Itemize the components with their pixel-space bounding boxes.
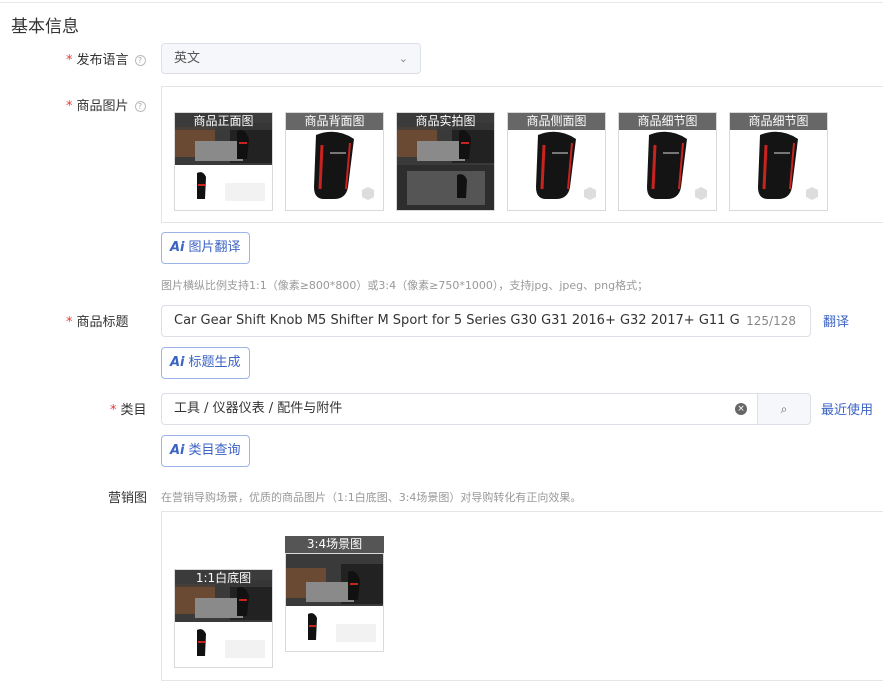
required-mark: *: [66, 53, 73, 68]
marketing-image-thumb[interactable]: [285, 553, 384, 652]
product-image-thumb[interactable]: 商品实拍图: [396, 112, 495, 211]
top-divider: [0, 2, 883, 3]
category-value: 工具 / 仪器仪表 / 配件与附件: [174, 401, 343, 416]
help-icon[interactable]: ?: [134, 101, 146, 112]
product-image-caption: 商品实拍图: [397, 113, 494, 130]
product-image: [286, 554, 383, 651]
product-image-caption: 商品正面图: [175, 113, 272, 130]
product-image-thumb[interactable]: 商品细节图: [618, 112, 717, 211]
ai-icon: Ai: [170, 240, 185, 255]
marketing-image-thumb[interactable]: 1:1白底图: [174, 569, 273, 668]
image-translate-button[interactable]: Ai 图片翻译: [161, 232, 250, 264]
clear-icon[interactable]: ×: [735, 403, 747, 415]
required-mark: *: [66, 315, 73, 330]
title-input[interactable]: Car Gear Shift Knob M5 Shifter M Sport f…: [161, 305, 811, 337]
ai-icon: Ai: [170, 355, 185, 370]
language-select[interactable]: 英文 ⌄: [161, 43, 421, 74]
category-label: * 类目: [110, 403, 147, 418]
help-icon[interactable]: ?: [134, 55, 146, 66]
images-label: * 商品图片?: [66, 95, 146, 114]
language-value: 英文: [174, 51, 201, 66]
title-generate-button[interactable]: Ai 标题生成: [161, 347, 250, 379]
category-input[interactable]: 工具 / 仪器仪表 / 配件与附件 ×: [161, 393, 758, 425]
search-icon: ⌕: [780, 402, 788, 416]
category-query-button[interactable]: Ai 类目查询: [161, 435, 250, 467]
char-count: 125/128: [740, 306, 796, 336]
product-image-caption: 商品背面图: [286, 113, 383, 130]
marketing-image-caption: 1:1白底图: [175, 570, 272, 587]
chevron-down-icon: ⌄: [398, 52, 408, 65]
product-image-thumb[interactable]: 商品正面图: [174, 112, 273, 211]
product-image-thumb[interactable]: 商品侧面图: [507, 112, 606, 211]
title-label: * 商品标题: [66, 315, 129, 330]
marketing-label: 营销图: [108, 491, 148, 506]
required-mark: *: [110, 403, 117, 418]
language-label: * 发布语言?: [66, 49, 146, 68]
product-image-caption: 商品细节图: [730, 113, 827, 130]
product-image-thumb[interactable]: 商品细节图: [729, 112, 828, 211]
marketing-hint: 在营销导购场景，优质的商品图片（1:1白底图、3:4场景图）对导购转化有正向效果…: [161, 491, 582, 504]
product-image-caption: 商品细节图: [619, 113, 716, 130]
category-search-button[interactable]: ⌕: [757, 393, 811, 425]
title-value: Car Gear Shift Knob M5 Shifter M Sport f…: [174, 313, 778, 328]
image-hint: 图片横纵比例支持1:1（像素≥800*800）或3:4（像素≥750*1000）…: [161, 279, 649, 292]
product-image-caption: 商品侧面图: [508, 113, 605, 130]
product-image-thumb[interactable]: 商品背面图: [285, 112, 384, 211]
marketing-image-caption: 3:4场景图: [285, 536, 384, 553]
section-title: 基本信息: [11, 17, 79, 37]
required-mark: *: [66, 99, 73, 114]
recent-link[interactable]: 最近使用: [821, 399, 873, 418]
translate-link[interactable]: 翻译: [823, 311, 849, 330]
ai-icon: Ai: [170, 443, 185, 458]
